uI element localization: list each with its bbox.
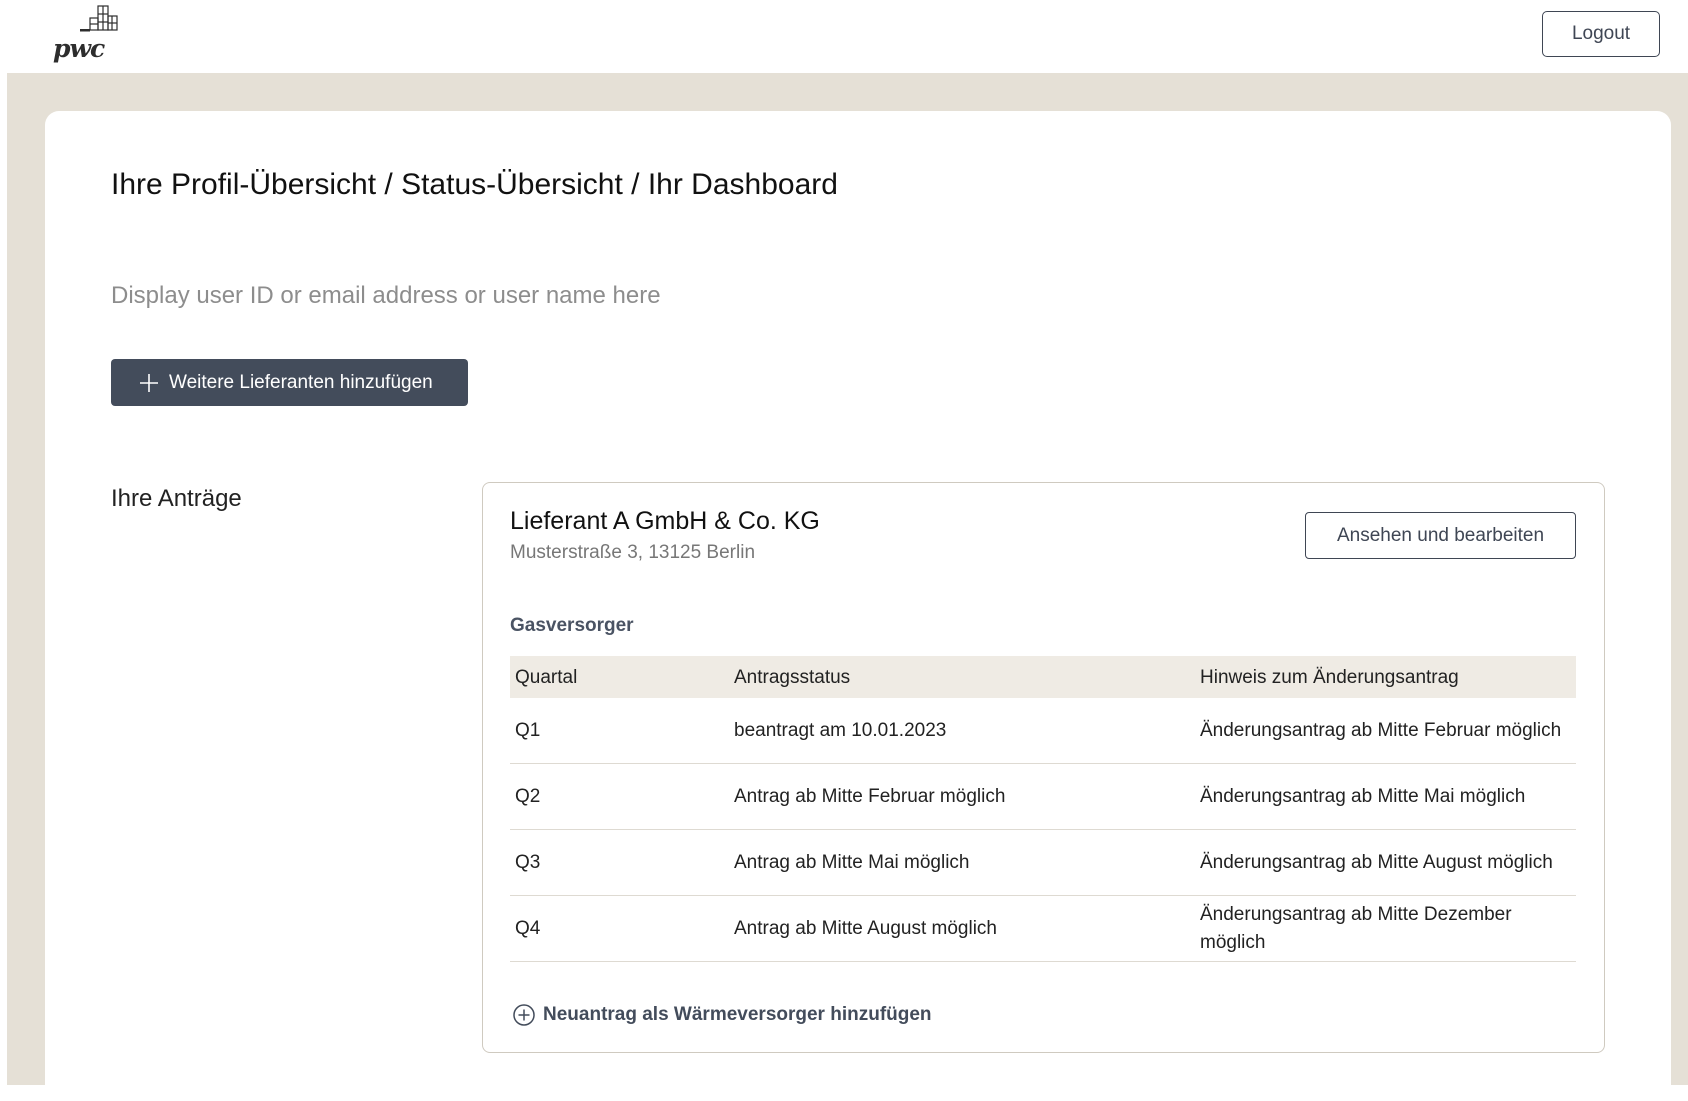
add-supplier-label: Weitere Lieferanten hinzufügen	[169, 371, 433, 393]
cell-quarter: Q4	[515, 918, 541, 939]
supplier-name: Lieferant A GmbH & Co. KG	[510, 507, 820, 535]
page-title: Ihre Profil-Übersicht / Status-Übersicht…	[111, 168, 838, 201]
circle-plus-icon	[513, 1004, 535, 1026]
cell-note: Änderungsantrag ab Mitte Februar möglich	[1200, 720, 1562, 741]
column-header-note: Hinweis zum Änderungsantrag	[1200, 667, 1459, 688]
table-row: Q4 Antrag ab Mitte August möglich Änderu…	[510, 896, 1576, 962]
column-header-status: Antragsstatus	[734, 667, 851, 688]
new-application-label: Neuantrag als Wärmeversorger hinzufügen	[543, 1004, 932, 1025]
section-label-applications: Ihre Anträge	[111, 485, 242, 512]
cell-quarter: Q2	[515, 786, 541, 807]
table-row: Q3 Antrag ab Mitte Mai möglich Änderungs…	[510, 830, 1576, 896]
cell-status: Antrag ab Mitte August möglich	[734, 918, 997, 939]
supplier-address: Musterstraße 3, 13125 Berlin	[510, 542, 756, 563]
provider-type-heading: Gasversorger	[510, 615, 634, 636]
table-row: Q2 Antrag ab Mitte Februar möglich Änder…	[510, 764, 1576, 830]
logo-text: pwc	[53, 34, 105, 63]
top-bar: pwc Logout	[0, 0, 1688, 73]
pwc-logo[interactable]: pwc	[52, 4, 132, 64]
application-status-table: Quartal Antragsstatus Hinweis zum Änderu…	[510, 656, 1576, 962]
cell-quarter: Q3	[515, 852, 541, 873]
new-heat-supplier-application-link[interactable]: Neuantrag als Wärmeversorger hinzufügen	[512, 1003, 932, 1027]
cell-note: Änderungsantrag ab Mitte Dezember möglic…	[1200, 904, 1512, 953]
table-header: Quartal Antragsstatus Hinweis zum Änderu…	[510, 656, 1576, 698]
view-edit-button[interactable]: Ansehen und bearbeiten	[1305, 512, 1576, 559]
cell-note: Änderungsantrag ab Mitte August möglich	[1200, 852, 1553, 873]
column-header-quarter: Quartal	[515, 667, 578, 688]
plus-icon	[140, 373, 158, 392]
add-supplier-button[interactable]: Weitere Lieferanten hinzufügen	[111, 359, 468, 406]
cell-status: Antrag ab Mitte Februar möglich	[734, 786, 1006, 807]
cell-note: Änderungsantrag ab Mitte Mai möglich	[1200, 786, 1526, 807]
cell-status: Antrag ab Mitte Mai möglich	[734, 852, 970, 873]
building-logo-icon	[80, 5, 118, 32]
logout-button[interactable]: Logout	[1542, 11, 1660, 57]
table-row: Q1 beantragt am 10.01.2023 Änderungsantr…	[510, 698, 1576, 764]
user-identity-placeholder: Display user ID or email address or user…	[111, 282, 661, 309]
cell-status: beantragt am 10.01.2023	[734, 720, 947, 741]
cell-quarter: Q1	[515, 720, 541, 741]
